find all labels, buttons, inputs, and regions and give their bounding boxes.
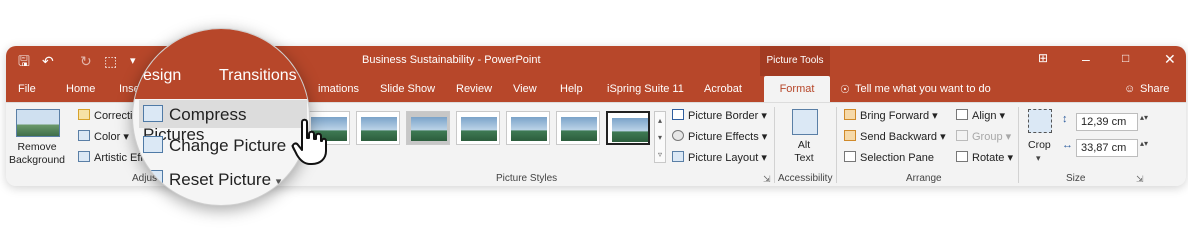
align-button[interactable]: Align ▾ (956, 109, 1005, 122)
separator (774, 107, 775, 183)
alt-text-button[interactable]: Alt Text (784, 139, 824, 165)
tab-home[interactable]: Home (66, 83, 95, 95)
change-picture-button[interactable]: Change Picture ▾ (143, 136, 296, 156)
picture-style-2[interactable] (356, 111, 400, 145)
change-picture-icon (143, 136, 163, 153)
change-picture-label: Change Picture (169, 136, 287, 155)
corrections-label: Correcti (94, 110, 133, 122)
selection-pane-label: Selection Pane (860, 152, 934, 164)
crop-icon[interactable] (1028, 109, 1052, 133)
selection-pane-button[interactable]: Selection Pane (844, 151, 934, 164)
tab-format[interactable]: Format (764, 76, 830, 102)
share-button[interactable]: Share (1140, 83, 1169, 95)
group-button[interactable]: Group ▾ (956, 130, 1011, 143)
present-icon[interactable]: ⬚ (104, 53, 117, 69)
reset-picture-label: Reset Picture (169, 170, 272, 189)
magnified-tab-design[interactable]: esign (143, 67, 181, 85)
minimize-icon[interactable]: – (1082, 51, 1090, 67)
picture-style-6[interactable] (556, 111, 600, 145)
tab-ispring[interactable]: iSpring Suite 11 (607, 83, 684, 95)
reset-picture-icon (143, 170, 163, 187)
magnifier-lens: esign Transitions Compress Pictures Chan… (132, 28, 310, 206)
maximize-icon[interactable]: □ (1122, 51, 1129, 65)
width-spinner-icon[interactable]: ▴▾ (1140, 139, 1148, 148)
redo-icon[interactable]: ↻ (80, 53, 92, 69)
tab-help[interactable]: Help (560, 83, 583, 95)
height-input[interactable]: 12,39 cm (1076, 113, 1138, 131)
crop-dropdown-icon[interactable]: ▾ (1036, 153, 1041, 164)
tab-review[interactable]: Review (456, 83, 492, 95)
group-label: Group (972, 131, 1003, 143)
lightbulb-icon: ☉ (840, 84, 850, 96)
color-label: Color (94, 131, 121, 143)
gallery-scroll-arrows[interactable]: ▴ ▾ ▿ (654, 111, 666, 163)
close-icon[interactable]: ✕ (1164, 51, 1176, 68)
compress-pictures-icon (143, 105, 163, 122)
picture-layout-label: Picture Layout (688, 152, 759, 164)
crop-button[interactable]: Crop (1028, 139, 1051, 151)
alt-text-icon[interactable] (792, 109, 818, 135)
bring-forward-label: Bring Forward (860, 110, 930, 122)
width-icon: ↔ (1062, 139, 1073, 151)
picture-layout-button[interactable]: Picture Layout ▾ (672, 151, 767, 164)
magnified-tab-transitions[interactable]: Transitions (219, 67, 297, 85)
picture-style-3[interactable] (406, 111, 450, 145)
tab-view[interactable]: View (513, 83, 537, 95)
separator (836, 107, 837, 183)
reset-picture-button[interactable]: Reset Picture ▾ (143, 170, 281, 190)
separator (1018, 107, 1019, 183)
ribbon-display-icon[interactable]: ⊞ (1038, 51, 1048, 65)
undo-icon[interactable]: ↶ (42, 53, 54, 69)
picture-effects-label: Picture Effects (688, 131, 759, 143)
width-input[interactable]: 33,87 cm (1076, 139, 1138, 157)
align-label: Align (972, 110, 997, 122)
hand-cursor-icon (292, 118, 327, 165)
send-backward-label: Send Backward (860, 131, 938, 143)
color-button[interactable]: Color ▾ (78, 130, 129, 143)
window-title: Business Sustainability - PowerPoint (362, 54, 541, 66)
send-backward-button[interactable]: Send Backward ▾ (844, 130, 946, 143)
rotate-label: Rotate (972, 152, 1005, 164)
size-group-label: Size (1066, 173, 1086, 184)
tab-acrobat[interactable]: Acrobat (704, 83, 742, 95)
tab-slide-show[interactable]: Slide Show (380, 83, 435, 95)
picture-style-5[interactable] (506, 111, 550, 145)
tell-me-search[interactable]: Tell me what you want to do (855, 83, 991, 95)
rotate-button[interactable]: Rotate ▾ (956, 151, 1013, 164)
accessibility-group-label: Accessibility (778, 173, 833, 184)
height-icon: ↕ (1062, 113, 1068, 125)
corrections-button[interactable]: Correcti (78, 109, 133, 122)
tab-file[interactable]: File (18, 83, 36, 95)
picture-border-button[interactable]: Picture Border ▾ (672, 109, 767, 122)
magnified-tabs-area: esign Transitions (133, 29, 309, 99)
dialog-launcher-icon[interactable]: ⇲ (763, 174, 771, 185)
tab-animations[interactable]: imations (318, 83, 359, 95)
save-icon[interactable]: 🖫 (18, 53, 30, 69)
remove-background-button[interactable]: Remove Background (6, 141, 68, 167)
picture-style-4[interactable] (456, 111, 500, 145)
picture-effects-button[interactable]: Picture Effects ▾ (672, 130, 767, 143)
size-dialog-launcher-icon[interactable]: ⇲ (1136, 174, 1144, 185)
arrange-group-label: Arrange (906, 173, 942, 184)
bring-forward-button[interactable]: Bring Forward ▾ (844, 109, 938, 122)
picture-border-label: Picture Border (688, 110, 759, 122)
picture-style-7[interactable] (606, 111, 650, 145)
share-icon[interactable]: ☺ (1124, 83, 1135, 95)
height-spinner-icon[interactable]: ▴▾ (1140, 113, 1148, 122)
picture-tools-label: Picture Tools (760, 46, 830, 76)
picture-styles-group-label: Picture Styles (496, 173, 558, 184)
remove-background-icon[interactable] (16, 109, 60, 137)
